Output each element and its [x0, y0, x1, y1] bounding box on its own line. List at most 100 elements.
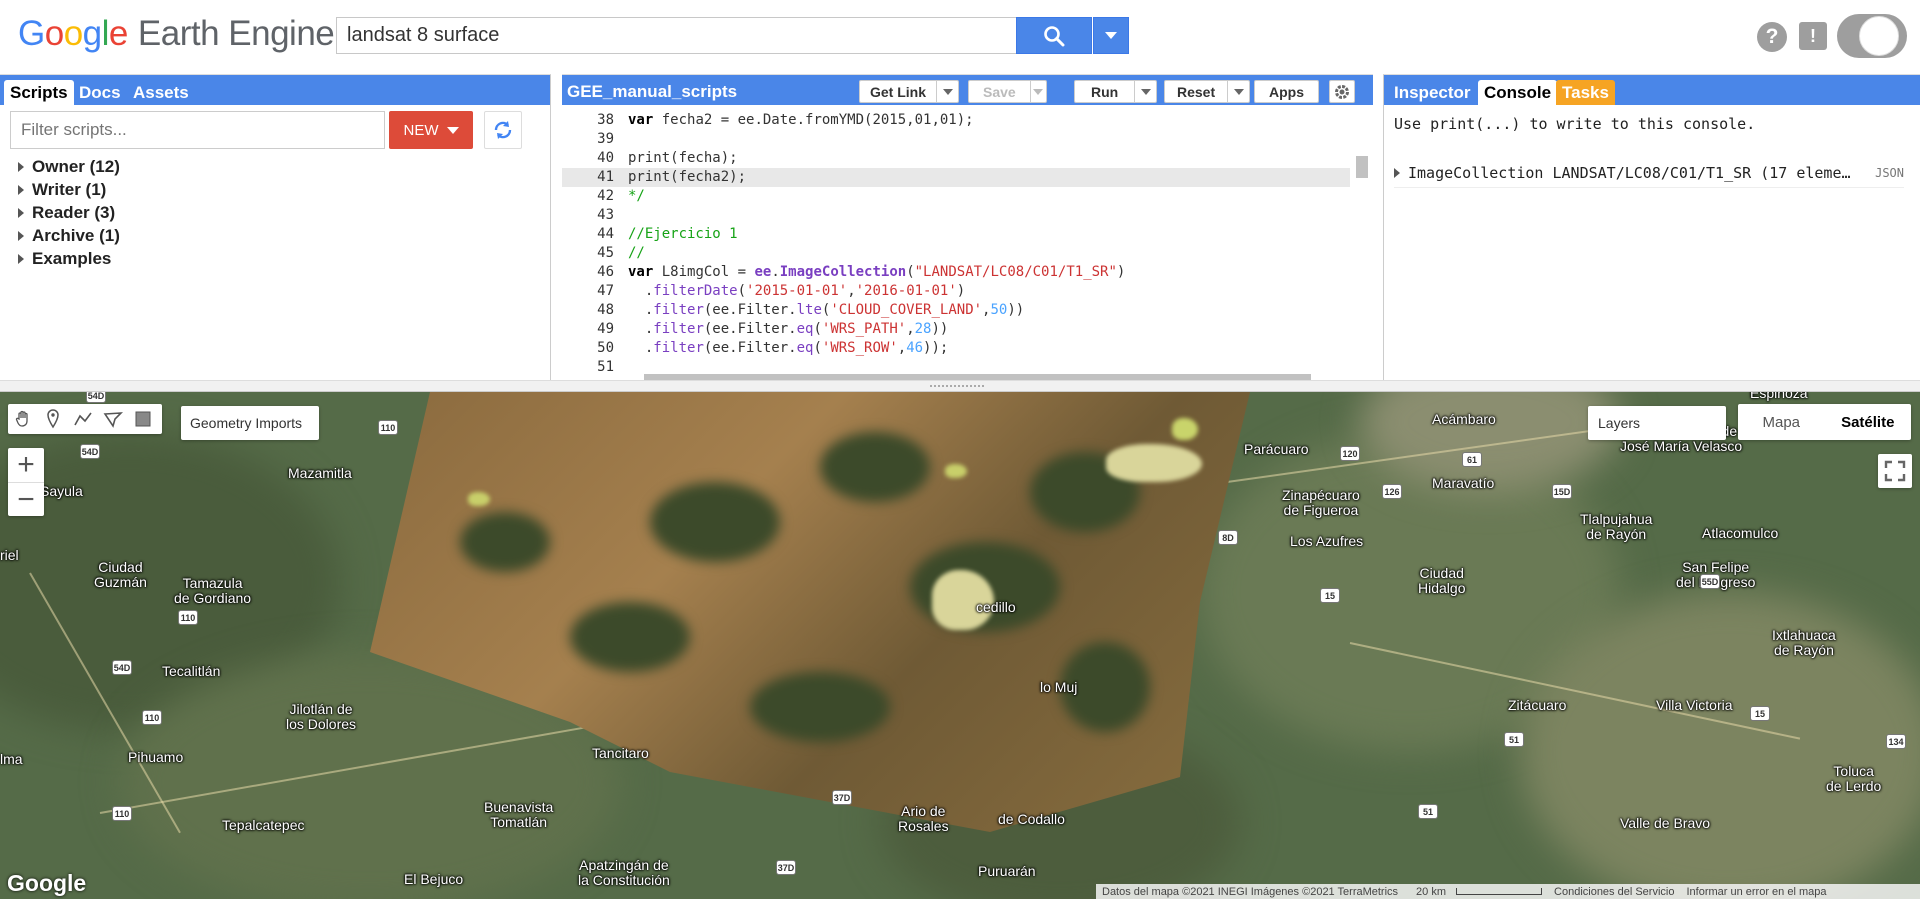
terms-link[interactable]: Condiciones del Servicio — [1548, 886, 1680, 898]
zoom-in-button[interactable]: + — [8, 448, 44, 482]
lake — [1172, 418, 1198, 440]
highway-shield: 15 — [1320, 588, 1340, 603]
code-area[interactable]: var fecha2 = ee.Date.fromYMD(2015,01,01)… — [628, 111, 1228, 369]
map-type-map[interactable]: Mapa — [1738, 404, 1825, 440]
console-hint: Use print(...) to write to this console. — [1394, 115, 1756, 133]
place-label: Puruarán — [978, 863, 1036, 879]
help-icon[interactable]: ? — [1757, 22, 1787, 52]
caret-right-icon — [18, 184, 24, 195]
apps-button[interactable]: Apps — [1254, 80, 1319, 103]
earth-engine-app: GoogleEarth Engine ? ! Scripts Docs Asse… — [0, 0, 1920, 899]
settings-button[interactable] — [1329, 80, 1355, 103]
refresh-button[interactable] — [484, 111, 522, 149]
code-line[interactable]: ​ — [628, 206, 1228, 225]
terrain-patch — [820, 432, 930, 502]
highway-shield: 54D — [112, 660, 132, 675]
chevron-down-icon[interactable] — [1227, 81, 1249, 102]
tree-item-writer[interactable]: Writer (1) — [18, 178, 120, 201]
get-link-button[interactable]: Get Link — [859, 80, 960, 103]
feedback-icon[interactable]: ! — [1799, 22, 1827, 50]
tree-item-reader[interactable]: Reader (3) — [18, 201, 120, 224]
earth-engine-logo[interactable]: Google Earth Engine — [18, 14, 335, 54]
reset-button[interactable]: Reset — [1164, 80, 1251, 103]
lake — [945, 464, 967, 478]
vertical-scroll-thumb[interactable] — [1356, 156, 1368, 178]
polyline-icon[interactable] — [68, 404, 98, 434]
tree-item-owner[interactable]: Owner (12) — [18, 155, 120, 178]
place-label: Buenavista Tomatlán — [484, 799, 554, 830]
search-options-dropdown[interactable] — [1093, 17, 1129, 54]
console-entry[interactable]: ImageCollection LANDSAT/LC08/C01/T1_SR (… — [1394, 158, 1904, 188]
script-title[interactable]: GEE_manual_scripts — [567, 82, 737, 102]
line-number: 43 — [597, 207, 614, 223]
code-line[interactable]: // — [628, 244, 1228, 263]
run-button[interactable]: Run — [1074, 80, 1158, 103]
chevron-down-icon[interactable] — [1134, 81, 1156, 102]
tab-scripts[interactable]: Scripts — [4, 80, 74, 105]
save-label: Save — [983, 83, 1016, 100]
tree-item-label: Writer (1) — [32, 179, 107, 199]
chevron-down-icon[interactable] — [1029, 81, 1046, 102]
json-link[interactable]: JSON — [1875, 166, 1904, 180]
terrain-patch — [570, 602, 690, 672]
new-button[interactable]: NEW — [389, 111, 473, 149]
code-line[interactable]: print(fecha2); — [628, 168, 1228, 187]
code-line[interactable]: .filter(ee.Filter.eq('WRS_PATH',28)) — [628, 320, 1228, 339]
place-label: Tlalpujahua de Rayón — [1580, 511, 1653, 542]
fullscreen-button[interactable] — [1878, 454, 1912, 488]
map-type-satellite[interactable]: Satélite — [1825, 404, 1912, 440]
code-line[interactable]: ​ — [628, 130, 1228, 149]
reset-label: Reset — [1177, 83, 1216, 100]
rectangle-icon[interactable] — [128, 404, 158, 434]
polygon-icon[interactable] — [98, 404, 128, 434]
place-label: Zinapécuaro de Figueroa — [1282, 487, 1360, 518]
search-input[interactable] — [336, 17, 1016, 54]
place-label: lma — [0, 751, 23, 767]
tab-console[interactable]: Console — [1478, 80, 1558, 105]
place-label: Mazamitla — [288, 465, 352, 481]
map-canvas[interactable]: Mazamitla Sayula riel Ciudad Guzmán Tama… — [0, 392, 1920, 899]
layers-button[interactable]: Layers — [1588, 406, 1726, 440]
marker-icon[interactable] — [38, 404, 68, 434]
account-switcher[interactable] — [1837, 14, 1907, 58]
code-line[interactable]: //Ejercicio 1 — [628, 225, 1228, 244]
code-line[interactable]: var L8imgCol = ee.ImageCollection("LANDS… — [628, 263, 1228, 282]
code-line[interactable]: .filter(ee.Filter.lte('CLOUD_COVER_LAND'… — [628, 301, 1228, 320]
avatar[interactable] — [1859, 16, 1899, 56]
filter-scripts-input[interactable] — [10, 111, 385, 149]
save-button[interactable]: Save — [968, 80, 1047, 103]
code-line[interactable]: print(fecha); — [628, 149, 1228, 168]
tab-docs[interactable]: Docs — [73, 80, 127, 105]
map-resize-divider[interactable] — [0, 380, 1920, 392]
code-editor-panel: GEE_manual_scripts Get Link Save Run Res… — [562, 74, 1373, 387]
pan-hand-icon[interactable] — [8, 404, 38, 434]
line-number: 48 — [597, 302, 614, 318]
highway-shield: 110 — [142, 710, 162, 725]
scale-bar[interactable]: 20 km — [1404, 886, 1548, 898]
tab-tasks[interactable]: Tasks — [1556, 80, 1615, 105]
place-label: Ciudad Hidalgo — [1418, 565, 1466, 596]
search-button[interactable] — [1016, 17, 1092, 54]
geometry-imports-button[interactable]: Geometry Imports — [181, 406, 319, 440]
caret-right-icon[interactable] — [1394, 167, 1400, 178]
code-line[interactable]: var fecha2 = ee.Date.fromYMD(2015,01,01)… — [628, 111, 1228, 130]
line-number: 47 — [597, 283, 614, 299]
tab-inspector[interactable]: Inspector — [1388, 80, 1477, 105]
code-line[interactable]: */ — [628, 187, 1228, 206]
run-label: Run — [1091, 83, 1119, 100]
map-attribution: Datos del mapa ©2021 INEGI Imágenes ©202… — [1096, 884, 1920, 899]
code-line[interactable]: .filterDate('2015-01-01','2016-01-01') — [628, 282, 1228, 301]
chevron-down-icon[interactable] — [936, 81, 958, 102]
vertical-scrollbar[interactable] — [1351, 111, 1371, 369]
report-error-link[interactable]: Informar un error en el mapa — [1680, 886, 1832, 898]
highway-shield: 54D — [80, 444, 100, 459]
drag-handle-icon[interactable] — [930, 385, 984, 389]
tab-assets[interactable]: Assets — [127, 80, 195, 105]
line-number: 42 — [597, 188, 614, 204]
place-label: Maravatío — [1432, 475, 1495, 491]
tree-item-archive[interactable]: Archive (1) — [18, 224, 120, 247]
tree-item-examples[interactable]: Examples — [18, 247, 120, 270]
zoom-out-button[interactable]: − — [8, 482, 44, 516]
line-number: 39 — [597, 131, 614, 147]
code-line[interactable]: .filter(ee.Filter.eq('WRS_ROW',46)); — [628, 339, 1228, 358]
